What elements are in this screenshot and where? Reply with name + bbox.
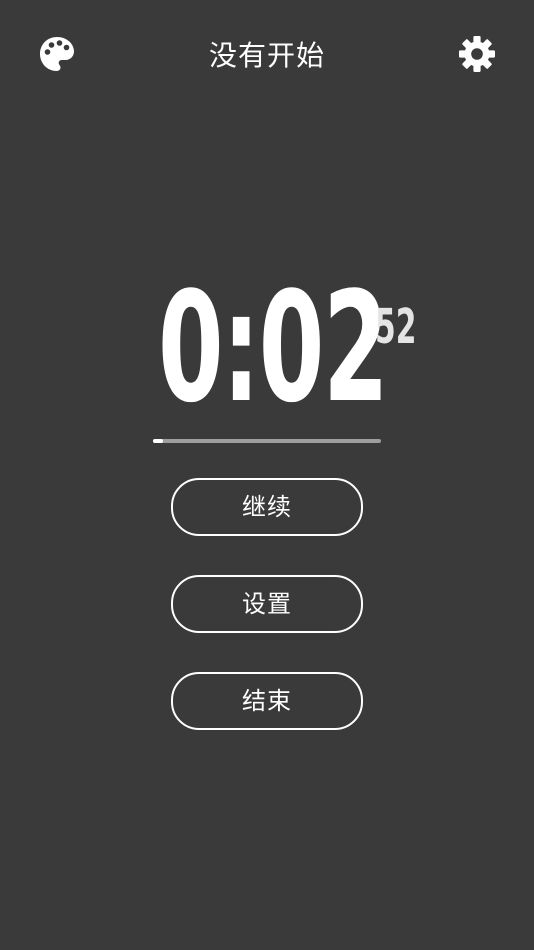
settings-button[interactable]: 设置 (171, 575, 363, 633)
continue-button[interactable]: 继续 (171, 478, 363, 536)
progress-bar (153, 439, 381, 443)
gear-icon (459, 36, 495, 72)
progress-fill (153, 439, 164, 443)
timer-hundredths: 52 (375, 299, 417, 355)
timer-display: 0:02 (158, 259, 389, 436)
end-button[interactable]: 结束 (171, 672, 363, 730)
page-title: 没有开始 (208, 39, 325, 72)
settings-gear-button[interactable] (458, 35, 496, 73)
